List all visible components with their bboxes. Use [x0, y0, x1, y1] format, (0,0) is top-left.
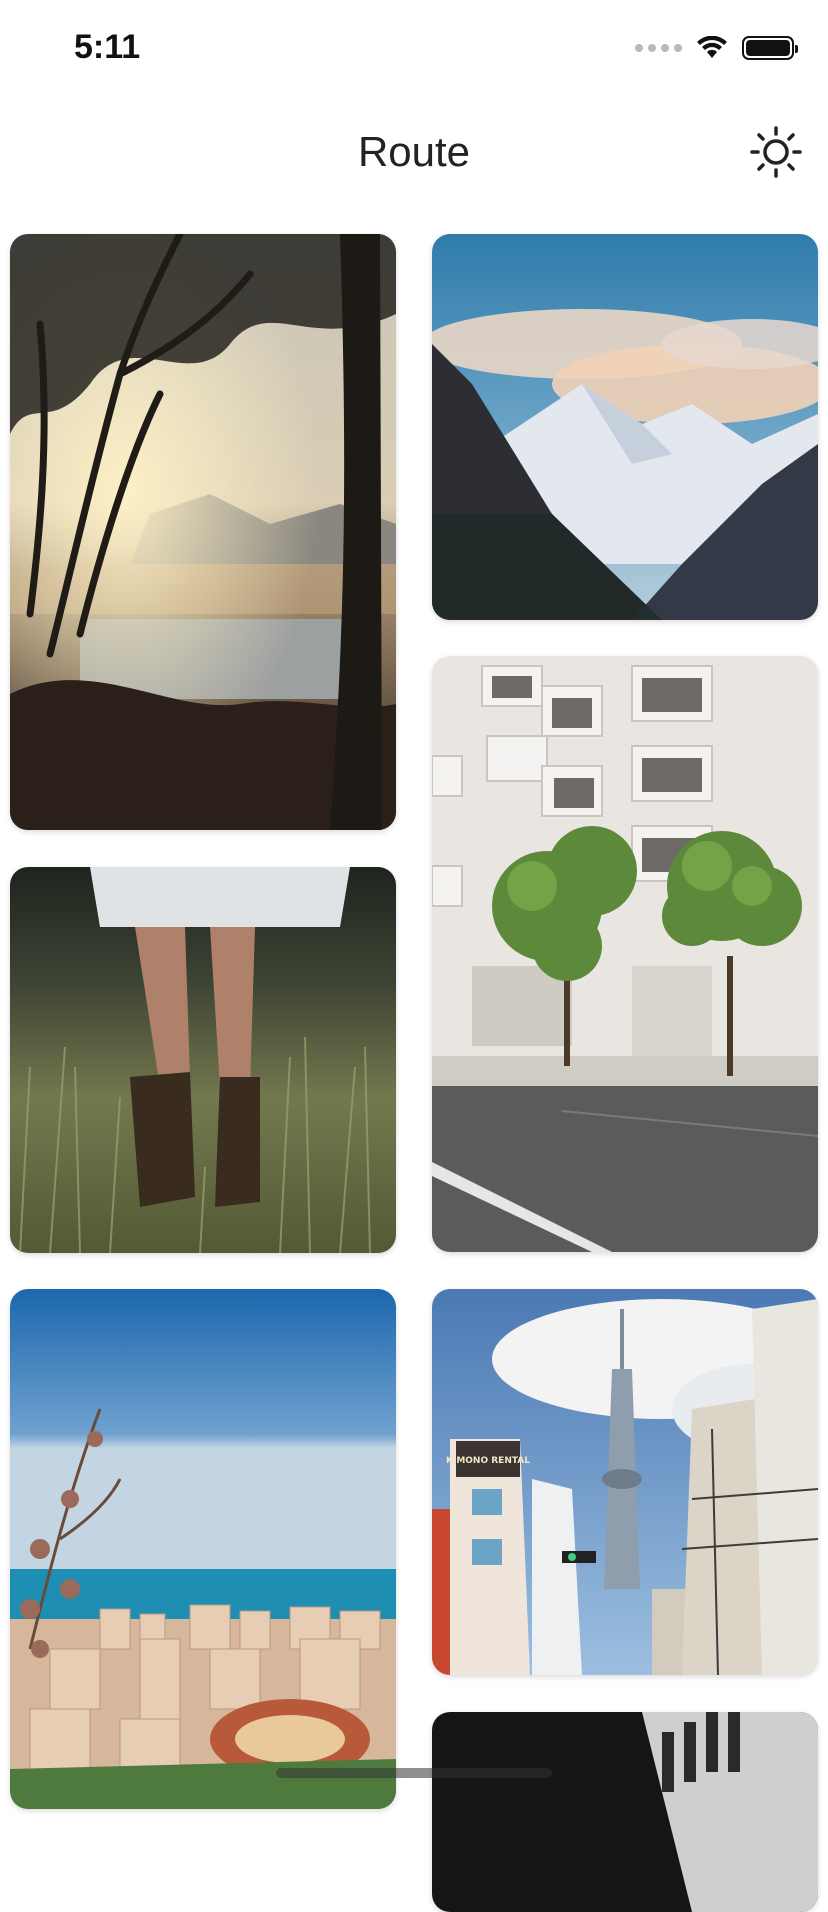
photo-tokyo-skytree: KIMONO RENTAL	[432, 1289, 818, 1675]
photo-bw-building	[432, 1712, 818, 1912]
wifi-icon	[697, 36, 727, 58]
sign-text: KIMONO RENTAL	[446, 1456, 530, 1466]
battery-icon	[742, 36, 798, 60]
photo-card[interactable]: KIMONO RENTAL	[432, 1289, 818, 1675]
cellular-signal-icon	[635, 44, 682, 52]
photo-coastal-city	[10, 1289, 396, 1809]
page-title: Route	[357, 128, 471, 175]
photo-card[interactable]	[10, 1289, 396, 1809]
photo-snowy-mountain	[432, 234, 818, 620]
theme-toggle-button[interactable]	[748, 124, 804, 180]
photo-forest-sunrise	[10, 234, 396, 830]
photo-grass-legs	[10, 867, 396, 1253]
photo-card[interactable]	[10, 234, 396, 830]
photo-white-building	[432, 656, 818, 1252]
status-icons	[635, 36, 798, 60]
status-time: 5:11	[74, 28, 141, 66]
sun-icon	[750, 126, 802, 178]
photo-card[interactable]	[10, 867, 396, 1253]
photo-card[interactable]	[432, 1712, 818, 1912]
photo-card[interactable]	[432, 656, 818, 1252]
navigation-bar: Route	[0, 110, 828, 200]
home-indicator[interactable]	[276, 1768, 552, 1778]
photo-card[interactable]	[432, 234, 818, 620]
status-bar: 5:11	[0, 0, 828, 100]
